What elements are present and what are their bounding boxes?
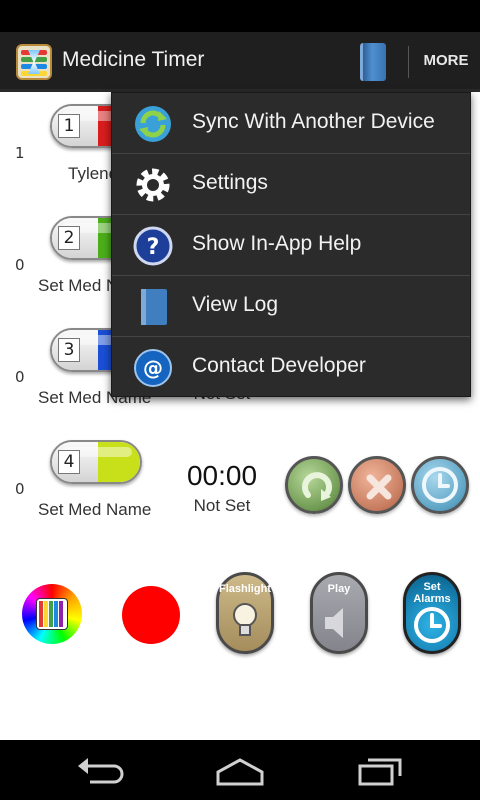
medicine-row-4: 0 4 Set Med Name 00:00 Not Set bbox=[0, 432, 480, 544]
dose-count: 0 bbox=[15, 480, 25, 498]
overflow-menu: Sync With Another Device Settings ? Show… bbox=[111, 92, 471, 397]
cancel-timer-button[interactable] bbox=[348, 456, 406, 514]
gear-icon bbox=[136, 168, 170, 202]
menu-item-label: Settings bbox=[192, 171, 268, 194]
reset-timer-button[interactable] bbox=[285, 456, 343, 514]
light-bulb-icon bbox=[233, 603, 257, 636]
dose-count: 1 bbox=[15, 144, 25, 162]
timer-status: Not Set bbox=[193, 496, 251, 515]
play-sound-button[interactable]: Play bbox=[310, 572, 368, 654]
log-book-icon bbox=[141, 289, 167, 325]
clock-icon bbox=[422, 467, 458, 503]
color-bars-icon bbox=[36, 598, 68, 630]
tool-bar: Flashlight Play Set Alarms bbox=[0, 570, 480, 660]
svg-text:@: @ bbox=[143, 356, 163, 380]
more-button[interactable]: MORE bbox=[418, 52, 474, 69]
refresh-icon bbox=[302, 472, 332, 501]
menu-item-sync[interactable]: Sync With Another Device bbox=[112, 93, 470, 154]
menu-item-view-log[interactable]: View Log bbox=[112, 276, 470, 337]
slot-number: 2 bbox=[58, 226, 80, 250]
help-icon: ? bbox=[133, 226, 173, 266]
menu-item-label: Contact Developer bbox=[192, 354, 366, 377]
sync-icon bbox=[135, 106, 171, 142]
menu-item-label: Show In-App Help bbox=[192, 232, 362, 255]
record-button[interactable] bbox=[122, 586, 180, 644]
log-book-icon[interactable] bbox=[360, 43, 386, 81]
menu-item-label: Sync With Another Device bbox=[192, 110, 435, 133]
slot-number: 1 bbox=[58, 114, 80, 138]
alarm-clock-button[interactable] bbox=[411, 456, 469, 514]
timer-display: 00:00 bbox=[186, 460, 258, 491]
speaker-icon bbox=[325, 608, 343, 638]
app-logo-icon bbox=[16, 44, 52, 80]
menu-item-contact-developer[interactable]: @ Contact Developer bbox=[112, 337, 470, 398]
dose-count: 0 bbox=[15, 256, 25, 274]
action-bar: Medicine Timer MORE bbox=[0, 32, 480, 92]
recent-apps-icon[interactable] bbox=[350, 754, 410, 788]
menu-item-settings[interactable]: Settings bbox=[112, 154, 470, 215]
menu-item-label: View Log bbox=[192, 293, 279, 316]
back-icon[interactable] bbox=[70, 754, 130, 788]
svg-text:?: ? bbox=[147, 235, 160, 260]
slot-number: 3 bbox=[58, 338, 80, 362]
slot-number: 4 bbox=[58, 450, 80, 474]
medicine-pill-button[interactable]: 4 bbox=[50, 440, 142, 484]
at-sign-icon: @ bbox=[134, 349, 172, 387]
color-picker-button[interactable] bbox=[22, 584, 82, 644]
close-icon bbox=[366, 474, 392, 500]
action-bar-divider bbox=[408, 46, 409, 78]
status-bar bbox=[0, 0, 480, 32]
dose-count: 0 bbox=[15, 368, 25, 386]
medicine-name[interactable]: Set Med Name bbox=[38, 500, 151, 520]
home-icon[interactable] bbox=[210, 754, 270, 788]
flashlight-button[interactable]: Flashlight bbox=[216, 572, 274, 654]
app-title: Medicine Timer bbox=[62, 48, 205, 71]
set-alarms-button[interactable]: Set Alarms bbox=[403, 572, 461, 654]
navigation-bar bbox=[0, 740, 480, 800]
menu-item-help[interactable]: ? Show In-App Help bbox=[112, 215, 470, 276]
clock-icon bbox=[414, 607, 450, 643]
